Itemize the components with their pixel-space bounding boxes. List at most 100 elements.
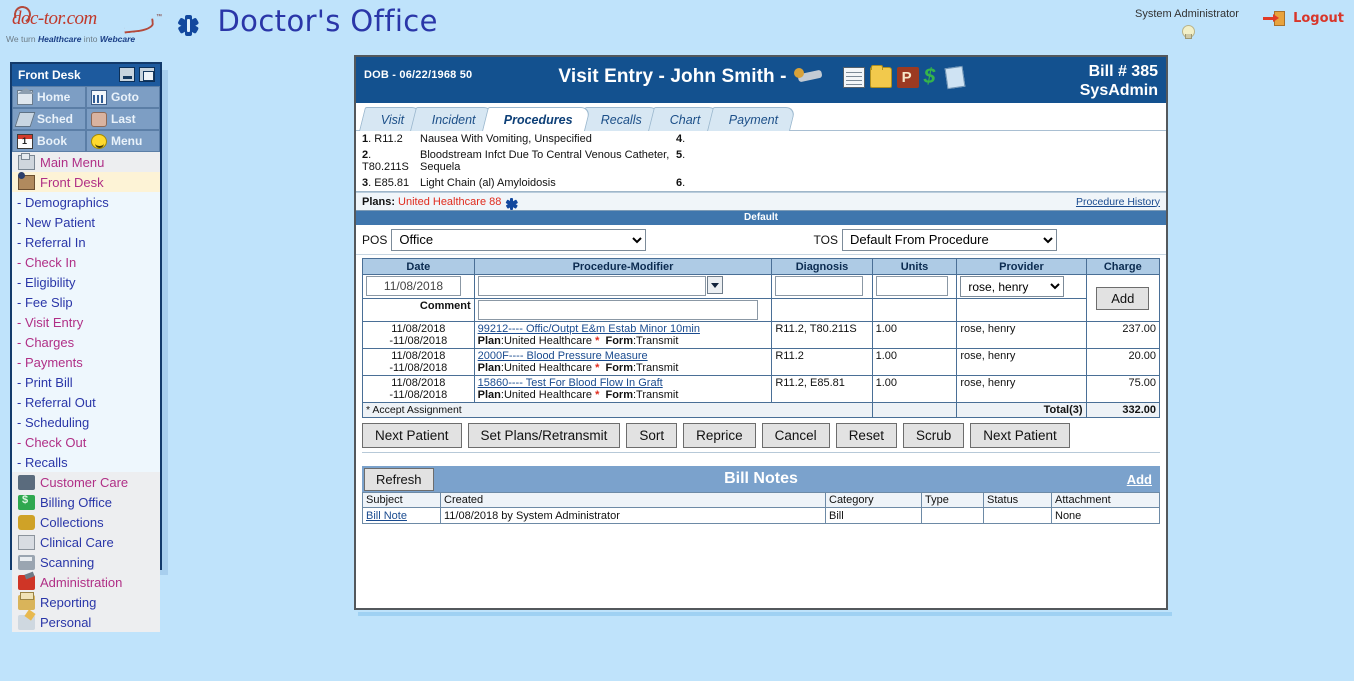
bill-note-link[interactable]: Bill Note — [366, 510, 407, 522]
quick-button-goto[interactable]: Goto — [86, 86, 160, 108]
sidebar-item-label: - Referral Out — [17, 395, 96, 410]
logo-tagline: We turn Healthcare into Webcare — [6, 34, 170, 44]
sidebar-item-label: - Visit Entry — [17, 315, 83, 330]
doctor-com-logo[interactable]: doc-tor.com ™ We turn Healthcare into We… — [4, 6, 170, 54]
sidebar-item-scheduling[interactable]: - Scheduling — [12, 412, 160, 432]
customer-care-icon — [18, 475, 35, 490]
table-row[interactable]: 11/08/2018 -11/08/2018 99212---- Offic/O… — [363, 322, 1160, 349]
sidebar-item-collections[interactable]: Collections — [12, 512, 160, 532]
logout-button[interactable]: Logout — [1263, 10, 1344, 28]
next-patient-button-right[interactable]: Next Patient — [970, 423, 1070, 448]
procedure-code-link[interactable]: 99212---- Offic/Outpt E&m Estab Minor 10… — [478, 323, 769, 335]
p-block-icon[interactable] — [897, 67, 919, 88]
quick-button-sched[interactable]: Sched — [12, 108, 86, 130]
tab-label: Incident — [432, 108, 476, 132]
quick-button-menu-label: Menu — [111, 134, 142, 148]
sidebar-item-eligibility[interactable]: - Eligibility — [12, 272, 160, 292]
procedure-comment-row: Comment — [363, 299, 1160, 322]
procedures-table: Date Procedure-Modifier Diagnosis Units … — [362, 258, 1160, 418]
sidebar-item-referral-in[interactable]: - Referral In — [12, 232, 160, 252]
add-note-link[interactable]: Add — [1127, 472, 1152, 487]
sidebar-item-recalls[interactable]: - Recalls — [12, 452, 160, 472]
tab-payment[interactable]: Payment — [707, 107, 796, 131]
quick-button-home[interactable]: Home — [12, 86, 86, 108]
bill-info-block: Bill # 385 SysAdmin — [1080, 62, 1158, 100]
row-date-to: -11/08/2018 — [389, 335, 447, 347]
sidebar-item-customer-care[interactable]: Customer Care — [12, 472, 160, 492]
sidebar-item-check-in[interactable]: - Check In — [12, 252, 160, 272]
tab-incident[interactable]: Incident — [410, 107, 494, 131]
col-header-units: Units — [872, 259, 957, 275]
entry-units-input[interactable] — [876, 276, 948, 296]
plan-value: United Healthcare — [504, 389, 592, 401]
sidebar-item-administration[interactable]: Administration — [12, 572, 160, 592]
patient-icon[interactable] — [792, 67, 838, 88]
sidebar-item-label: - Print Bill — [17, 375, 73, 390]
set-plans-retransmit-button[interactable]: Set Plans/Retransmit — [468, 423, 621, 448]
sidebar-item-personal[interactable]: Personal — [12, 612, 160, 632]
sidebar-item-label: - Charges — [17, 335, 74, 350]
table-row[interactable]: 11/08/2018 -11/08/2018 2000F---- Blood P… — [363, 349, 1160, 376]
tos-select[interactable]: Default From Procedure — [842, 229, 1057, 251]
sidebar-item-charges[interactable]: - Charges — [12, 332, 160, 352]
tab-procedures[interactable]: Procedures — [482, 107, 591, 131]
sidebar-item-reporting[interactable]: Reporting — [12, 592, 160, 612]
lightbulb-icon[interactable] — [1182, 25, 1193, 38]
app-title: Doctor's Office — [217, 4, 437, 38]
table-row[interactable]: Bill Note 11/08/2018 by System Administr… — [363, 508, 1160, 524]
entry-units-cell — [872, 275, 957, 299]
sidebar-item-payments[interactable]: - Payments — [12, 352, 160, 372]
row-date-from: 11/08/2018 — [391, 350, 445, 362]
star-of-life-icon — [178, 15, 199, 36]
reset-button[interactable]: Reset — [836, 423, 897, 448]
quick-button-menu[interactable]: Menu — [86, 130, 160, 152]
add-button[interactable]: Add — [1096, 287, 1149, 310]
sidebar-item-front-desk[interactable]: Front Desk — [12, 172, 160, 192]
entry-date-input[interactable] — [366, 276, 461, 296]
sidebar-item-main-menu[interactable]: Main Menu — [12, 152, 160, 172]
grid-icon[interactable] — [843, 67, 865, 88]
plans-value[interactable]: United Healthcare 88 — [398, 196, 501, 208]
row-date-from: 11/08/2018 — [391, 377, 445, 389]
sidebar-item-fee-slip[interactable]: - Fee Slip — [12, 292, 160, 312]
chevron-down-icon[interactable] — [707, 276, 723, 294]
clinical-care-icon — [18, 535, 35, 550]
reprice-button[interactable]: Reprice — [683, 423, 756, 448]
quick-button-last[interactable]: Last — [86, 108, 160, 130]
logout-label: Logout — [1293, 11, 1344, 26]
row-charge: 20.00 — [1086, 349, 1159, 376]
sidebar-item-billing-office[interactable]: Billing Office — [12, 492, 160, 512]
sidebar-item-scanning[interactable]: Scanning — [12, 552, 160, 572]
sidebar-item-visit-entry[interactable]: - Visit Entry — [12, 312, 160, 332]
minimize-icon[interactable] — [119, 67, 135, 82]
cancel-button[interactable]: Cancel — [762, 423, 830, 448]
pos-select[interactable]: Office — [391, 229, 646, 251]
procedure-code-link[interactable]: 15860---- Test For Blood Flow In Graft — [478, 377, 769, 389]
scrub-button[interactable]: Scrub — [903, 423, 964, 448]
sidebar-item-demographics[interactable]: - Demographics — [12, 192, 160, 212]
sidebar-item-new-patient[interactable]: - New Patient — [12, 212, 160, 232]
sidebar-item-clinical-care[interactable]: Clinical Care — [12, 532, 160, 552]
bill-notes-title: Bill Notes — [362, 470, 1160, 488]
action-button-bar: Next Patient Set Plans/Retransmit Sort R… — [356, 418, 1166, 452]
sort-button[interactable]: Sort — [626, 423, 677, 448]
billing-office-icon — [18, 495, 35, 510]
procedure-history-link[interactable]: Procedure History — [1076, 196, 1160, 208]
quick-button-book[interactable]: Book — [12, 130, 86, 152]
maximize-icon[interactable] — [139, 67, 155, 82]
sidebar-item-print-bill[interactable]: - Print Bill — [12, 372, 160, 392]
entry-procedure-input[interactable] — [478, 276, 706, 296]
sidebar-item-referral-out[interactable]: - Referral Out — [12, 392, 160, 412]
entry-diagnosis-input[interactable] — [775, 276, 863, 296]
folder-icon[interactable] — [870, 67, 892, 88]
table-row[interactable]: 11/08/2018 -11/08/2018 15860---- Test Fo… — [363, 376, 1160, 403]
page-icon[interactable] — [944, 65, 965, 88]
row-diagnosis: R11.2, T80.211S — [772, 322, 872, 349]
comment-input[interactable] — [478, 300, 758, 320]
next-patient-button-left[interactable]: Next Patient — [362, 423, 462, 448]
procedure-code-link[interactable]: 2000F---- Blood Pressure Measure — [478, 350, 769, 362]
entry-provider-select[interactable]: rose, henry — [960, 276, 1064, 297]
dollar-icon[interactable] — [924, 67, 941, 88]
sidebar-item-label: Customer Care — [40, 475, 128, 490]
sidebar-item-check-out[interactable]: - Check Out — [12, 432, 160, 452]
